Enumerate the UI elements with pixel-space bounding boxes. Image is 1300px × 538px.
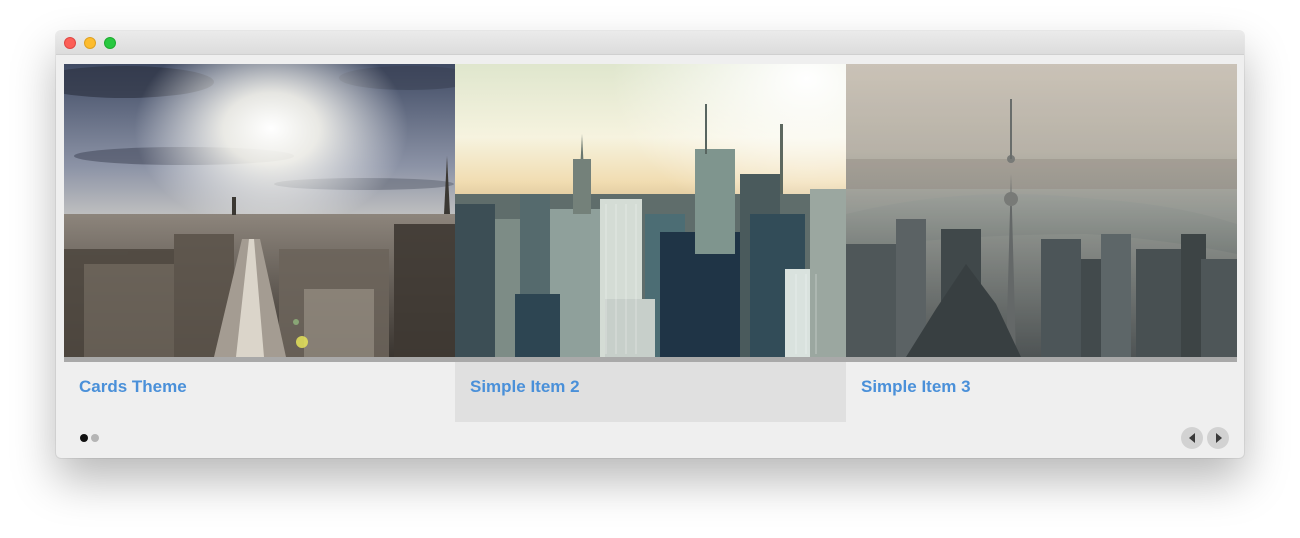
- chevron-right-icon: [1216, 433, 1222, 443]
- browser-window: Cards Theme Simple Item 2 Simple Item 3: [56, 31, 1244, 458]
- pagination-dot-active[interactable]: [80, 434, 88, 442]
- carousel-next-button[interactable]: [1207, 427, 1229, 449]
- shanghai-skyline-photo: [846, 64, 1237, 357]
- card-title-link[interactable]: Simple Item 2: [470, 377, 580, 397]
- carousel-card-3[interactable]: Simple Item 3: [846, 64, 1237, 422]
- card-divider: [64, 357, 455, 362]
- carousel-card-1[interactable]: Cards Theme: [64, 64, 455, 422]
- carousel-prev-button[interactable]: [1181, 427, 1203, 449]
- carousel-card-2[interactable]: Simple Item 2: [455, 64, 846, 422]
- window-minimize-button[interactable]: [84, 37, 96, 49]
- carousel: Cards Theme Simple Item 2 Simple Item 3: [64, 64, 1237, 422]
- window-close-button[interactable]: [64, 37, 76, 49]
- card-title-link[interactable]: Simple Item 3: [861, 377, 971, 397]
- paris-skyline-photo: [64, 64, 455, 357]
- card-divider: [846, 357, 1237, 362]
- card-title-link[interactable]: Cards Theme: [79, 377, 187, 397]
- window-titlebar: [56, 31, 1244, 55]
- card-divider: [455, 357, 846, 362]
- pagination-dot[interactable]: [91, 434, 99, 442]
- chevron-left-icon: [1189, 433, 1195, 443]
- window-maximize-button[interactable]: [104, 37, 116, 49]
- new-york-skyline-photo: [455, 64, 846, 357]
